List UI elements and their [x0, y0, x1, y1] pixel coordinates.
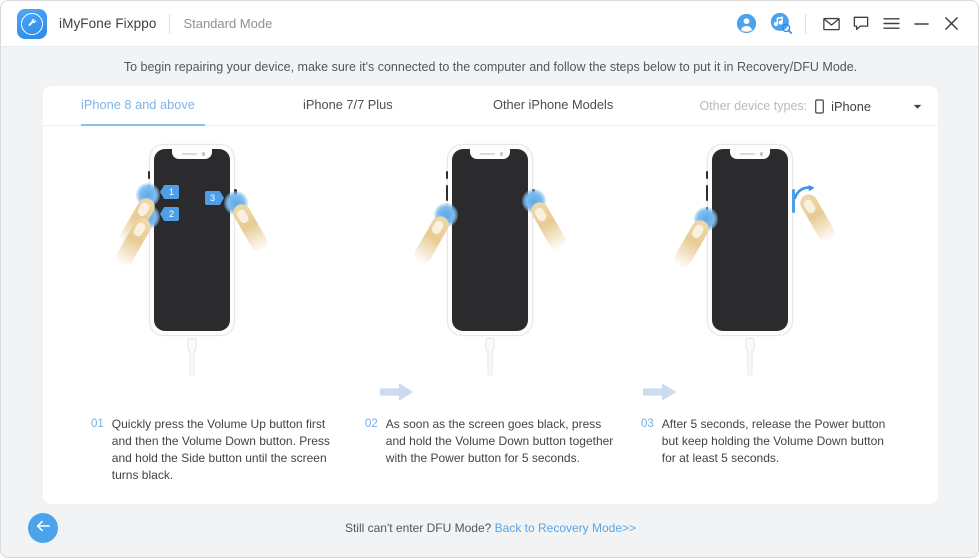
tab-bar: iPhone 8 and above iPhone 7/7 Plus Other… — [43, 86, 938, 126]
phone-notch — [470, 149, 510, 159]
titlebar-divider — [805, 13, 806, 34]
finger-right — [528, 199, 569, 253]
flow-arrow-2-to-3-icon — [643, 382, 677, 407]
other-device-types-selector[interactable]: Other device types: iPhone — [699, 97, 922, 115]
step-2-caption: 02 As soon as the screen goes black, pre… — [365, 416, 621, 467]
step-1-illustration: 1 2 3 — [63, 126, 321, 406]
back-to-recovery-mode-link[interactable]: Back to Recovery Mode>> — [495, 521, 636, 535]
chevron-down-icon[interactable] — [913, 97, 922, 115]
mute-switch — [147, 171, 150, 179]
tab-other-iphone-models[interactable]: Other iPhone Models — [493, 97, 613, 112]
app-logo-icon — [17, 8, 47, 39]
minimize-icon[interactable] — [906, 9, 936, 39]
step-3-illustration — [621, 126, 879, 406]
phone-graphic — [434, 144, 546, 376]
step-2-text: As soon as the screen goes black, press … — [385, 417, 614, 465]
close-icon[interactable] — [936, 9, 966, 39]
footer-question: Still can't enter DFU Mode? — [344, 521, 492, 535]
step-1-caption: 01 Quickly press the Volume Up button fi… — [91, 416, 347, 484]
chat-bubble-icon[interactable] — [846, 9, 876, 39]
phone-icon — [815, 98, 825, 114]
finger-right — [230, 201, 271, 255]
title-bar: iMyFone Fixppo Standard Mode — [1, 1, 978, 47]
tab-iphone-7-7-plus[interactable]: iPhone 7/7 Plus — [303, 97, 393, 112]
cable-wire — [747, 350, 753, 376]
finger-right-released — [797, 191, 838, 245]
step-2-illustration — [361, 126, 619, 406]
tab-iphone-8-and-above[interactable]: iPhone 8 and above — [81, 97, 195, 112]
user-avatar-icon[interactable] — [729, 9, 763, 39]
music-search-icon[interactable] — [763, 9, 799, 39]
flow-arrow-1-to-2-icon — [380, 382, 414, 407]
footer-message: Still can't enter DFU Mode? Back to Reco… — [1, 521, 978, 535]
cable-wire — [189, 350, 195, 376]
app-brand-name: iMyFone Fixppo — [59, 16, 157, 31]
steps-illustrations: 1 2 3 — [43, 126, 938, 406]
step-3-caption: 03 After 5 seconds, release the Power bu… — [641, 416, 897, 467]
phone-screen — [452, 149, 528, 331]
content-card: iPhone 8 and above iPhone 7/7 Plus Other… — [43, 86, 938, 504]
instruction-text: To begin repairing your device, make sur… — [123, 59, 858, 74]
step-3-number: 03 — [641, 418, 654, 430]
step-1-number: 01 — [91, 418, 104, 430]
other-device-types-value: iPhone — [831, 98, 871, 114]
brand-divider — [169, 13, 171, 34]
phone-notch — [172, 149, 212, 159]
mute-switch — [445, 171, 448, 179]
step-2-number: 02 — [365, 418, 378, 430]
phone-screen — [154, 149, 230, 331]
titlebar-controls — [729, 9, 966, 39]
cable-wire — [487, 350, 493, 376]
mute-switch — [705, 171, 708, 179]
finger-left-lower — [113, 215, 154, 269]
step-1-text: Quickly press the Volume Up button first… — [111, 417, 330, 482]
footer-bar: Still can't enter DFU Mode? Back to Reco… — [1, 504, 978, 557]
hamburger-menu-icon[interactable] — [876, 9, 906, 39]
finger-left — [411, 213, 452, 267]
phone-graphic: 1 2 3 — [136, 144, 248, 376]
volume-up-button — [445, 185, 448, 201]
app-window: iMyFone Fixppo Standard Mode To begin re… — [0, 0, 979, 558]
mail-icon[interactable] — [816, 9, 846, 39]
phone-notch — [730, 149, 770, 159]
step-3-text: After 5 seconds, release the Power butto… — [661, 417, 886, 465]
step-captions: 01 Quickly press the Volume Up button fi… — [43, 406, 938, 498]
app-mode-label: Standard Mode — [183, 16, 273, 31]
finger-left — [671, 217, 712, 271]
wrench-icon — [27, 18, 36, 26]
volume-up-button — [705, 185, 708, 201]
other-device-types-label: Other device types: — [699, 99, 808, 113]
phone-graphic — [694, 144, 815, 376]
phone-screen — [712, 149, 788, 331]
